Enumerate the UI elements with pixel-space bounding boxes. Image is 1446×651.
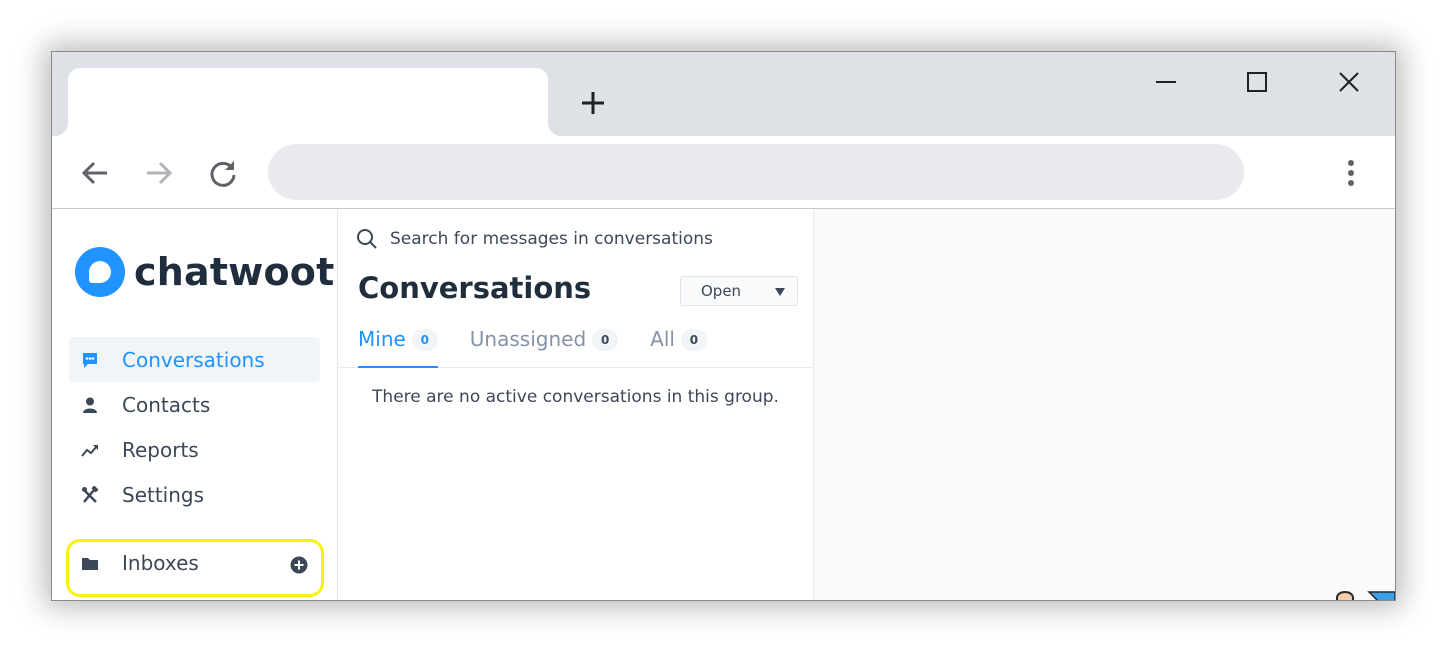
conversation-detail-pane: [814, 209, 1395, 600]
search-input[interactable]: [390, 229, 770, 249]
conversation-search: [356, 228, 770, 250]
sidebar-nav: Conversations Contacts Reports Settings: [69, 337, 320, 517]
add-inbox-button[interactable]: [290, 555, 310, 575]
forward-button[interactable]: [139, 153, 179, 193]
chatwoot-app: chatwoot Conversations Contacts Reports …: [52, 209, 1395, 600]
sidebar-item-label: Contacts: [122, 392, 211, 417]
trend-icon: [80, 440, 100, 460]
conversation-tabs: Mine 0 Unassigned 0 All 0: [338, 321, 813, 368]
page-title: Conversations: [358, 271, 592, 305]
sidebar-item-settings[interactable]: Settings: [69, 472, 320, 517]
brand-name: chatwoot: [134, 250, 335, 294]
brand-logo[interactable]: chatwoot: [75, 247, 334, 297]
inboxes-label: Inboxes: [122, 551, 199, 575]
empty-state-message: There are no active conversations in thi…: [372, 387, 779, 407]
sidebar-item-label: Conversations: [122, 347, 265, 372]
address-bar[interactable]: [268, 144, 1244, 200]
tab-mine[interactable]: Mine 0: [358, 321, 438, 368]
sidebar: chatwoot Conversations Contacts Reports …: [52, 209, 338, 600]
back-button[interactable]: [75, 153, 115, 193]
sidebar-item-label: Settings: [122, 482, 205, 507]
arrow-right-icon: [147, 161, 173, 185]
screenshot-stage: chatwoot Conversations Contacts Reports …: [0, 0, 1446, 651]
sidebar-item-reports[interactable]: Reports: [69, 427, 320, 472]
tab-label: Mine: [358, 327, 406, 351]
search-icon: [357, 229, 377, 249]
chatwoot-logo-icon: [75, 247, 125, 297]
maximize-icon: [1247, 72, 1267, 92]
sidebar-item-conversations[interactable]: Conversations: [69, 337, 320, 382]
chat-bubble-icon: [80, 350, 100, 370]
browser-tab[interactable]: [54, 68, 562, 136]
illustration-icon: [1336, 591, 1395, 600]
tab-strip: [52, 52, 1395, 136]
sidebar-inboxes-section[interactable]: Inboxes: [69, 551, 320, 575]
count-badge: 0: [592, 329, 619, 351]
arrow-left-icon: [81, 161, 107, 185]
reload-icon: [210, 161, 236, 187]
minimize-icon: [1156, 81, 1176, 83]
close-icon: [1339, 72, 1359, 92]
plus-icon: [582, 92, 604, 114]
browser-menu-button[interactable]: [1331, 153, 1371, 193]
tab-unassigned[interactable]: Unassigned 0: [469, 321, 619, 367]
sidebar-item-label: Reports: [122, 437, 199, 462]
browser-toolbar: [52, 136, 1395, 209]
browser-window: chatwoot Conversations Contacts Reports …: [51, 51, 1396, 601]
new-tab-button[interactable]: [574, 84, 612, 122]
reload-button[interactable]: [203, 153, 243, 193]
count-badge: 0: [411, 329, 438, 351]
maximize-button[interactable]: [1234, 64, 1280, 100]
person-icon: [80, 395, 100, 415]
conversation-list-panel: Conversations Open Mine 0 Unassigned 0: [338, 209, 814, 600]
plus-circle-icon: [290, 556, 308, 574]
folder-icon: [80, 553, 100, 573]
minimize-button[interactable]: [1143, 64, 1189, 100]
more-vertical-icon: [1348, 160, 1354, 186]
tools-icon: [80, 485, 100, 505]
status-filter-value: Open: [701, 282, 742, 300]
status-filter-select[interactable]: Open: [680, 276, 798, 306]
count-badge: 0: [680, 329, 707, 351]
close-window-button[interactable]: [1326, 64, 1372, 100]
tab-all[interactable]: All 0: [650, 321, 707, 367]
caret-down-icon: [775, 288, 785, 296]
sidebar-item-contacts[interactable]: Contacts: [69, 382, 320, 427]
tab-label: Unassigned: [469, 327, 587, 351]
tab-label: All: [650, 327, 675, 351]
